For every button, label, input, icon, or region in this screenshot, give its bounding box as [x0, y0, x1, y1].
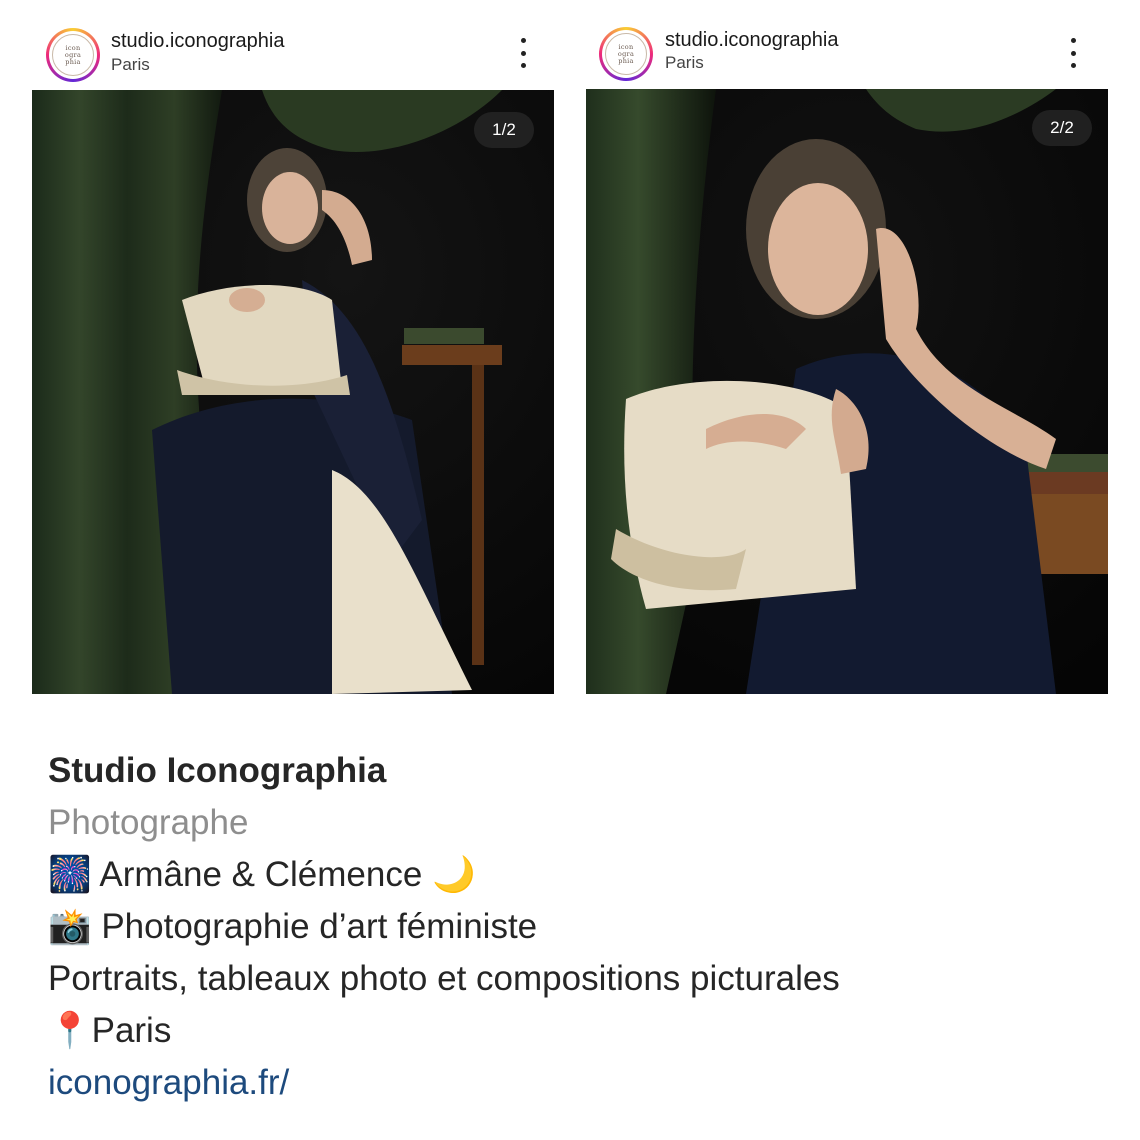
avatar-inner: icon ogra phia [602, 30, 650, 78]
bio-location-text: Paris [91, 1011, 172, 1050]
post-photo[interactable] [32, 90, 554, 694]
profile-bio: Studio Iconographia Photographe 🎆 Armâne… [48, 745, 1108, 1109]
studio-logo-icon: icon ogra phia [52, 34, 94, 76]
post-header: icon ogra phia studio.iconographia Paris [586, 0, 1108, 88]
post-header: icon ogra phia studio.iconographia Paris [32, 0, 554, 88]
post-right: icon ogra phia studio.iconographia Paris [586, 0, 1108, 694]
more-vertical-icon[interactable] [514, 38, 532, 68]
avatar[interactable]: icon ogra phia [599, 27, 653, 81]
studio-logo-icon: icon ogra phia [605, 33, 647, 75]
post-username[interactable]: studio.iconographia [111, 30, 284, 53]
moon-icon: 🌙 [432, 855, 476, 894]
pin-icon: 📍 [48, 1011, 92, 1050]
post-photo[interactable] [586, 89, 1108, 694]
bio-line-location: 📍Paris [48, 1005, 1108, 1057]
logo-text: phia [65, 57, 81, 66]
website-link[interactable]: iconographia.fr/ [48, 1057, 1108, 1109]
logo-text: phia [618, 56, 634, 65]
bio-tagline-text: Photographie d’art féministe [101, 907, 538, 946]
avatar[interactable]: icon ogra phia [46, 28, 100, 82]
profile-name: Studio Iconographia [48, 751, 387, 790]
post-username[interactable]: studio.iconographia [665, 29, 838, 52]
bio-line-description: Portraits, tableaux photo et composition… [48, 959, 840, 998]
more-vertical-icon[interactable] [1064, 38, 1082, 68]
fireworks-icon: 🎆 [48, 855, 92, 894]
profile-category: Photographe [48, 803, 249, 842]
bio-authors-text: Armâne & Clémence [99, 855, 423, 894]
avatar-inner: icon ogra phia [49, 31, 97, 79]
carousel-counter: 1/2 [474, 112, 534, 148]
carousel-counter: 2/2 [1032, 110, 1092, 146]
bio-line-authors: 🎆 Armâne & Clémence 🌙 [48, 849, 1108, 901]
post-location[interactable]: Paris [111, 55, 150, 75]
bio-line-tagline: 📸 Photographie d’art féministe [48, 901, 1108, 953]
post-location[interactable]: Paris [665, 53, 704, 73]
post-left: icon ogra phia studio.iconographia Paris [32, 0, 554, 694]
camera-flash-icon: 📸 [48, 907, 92, 946]
